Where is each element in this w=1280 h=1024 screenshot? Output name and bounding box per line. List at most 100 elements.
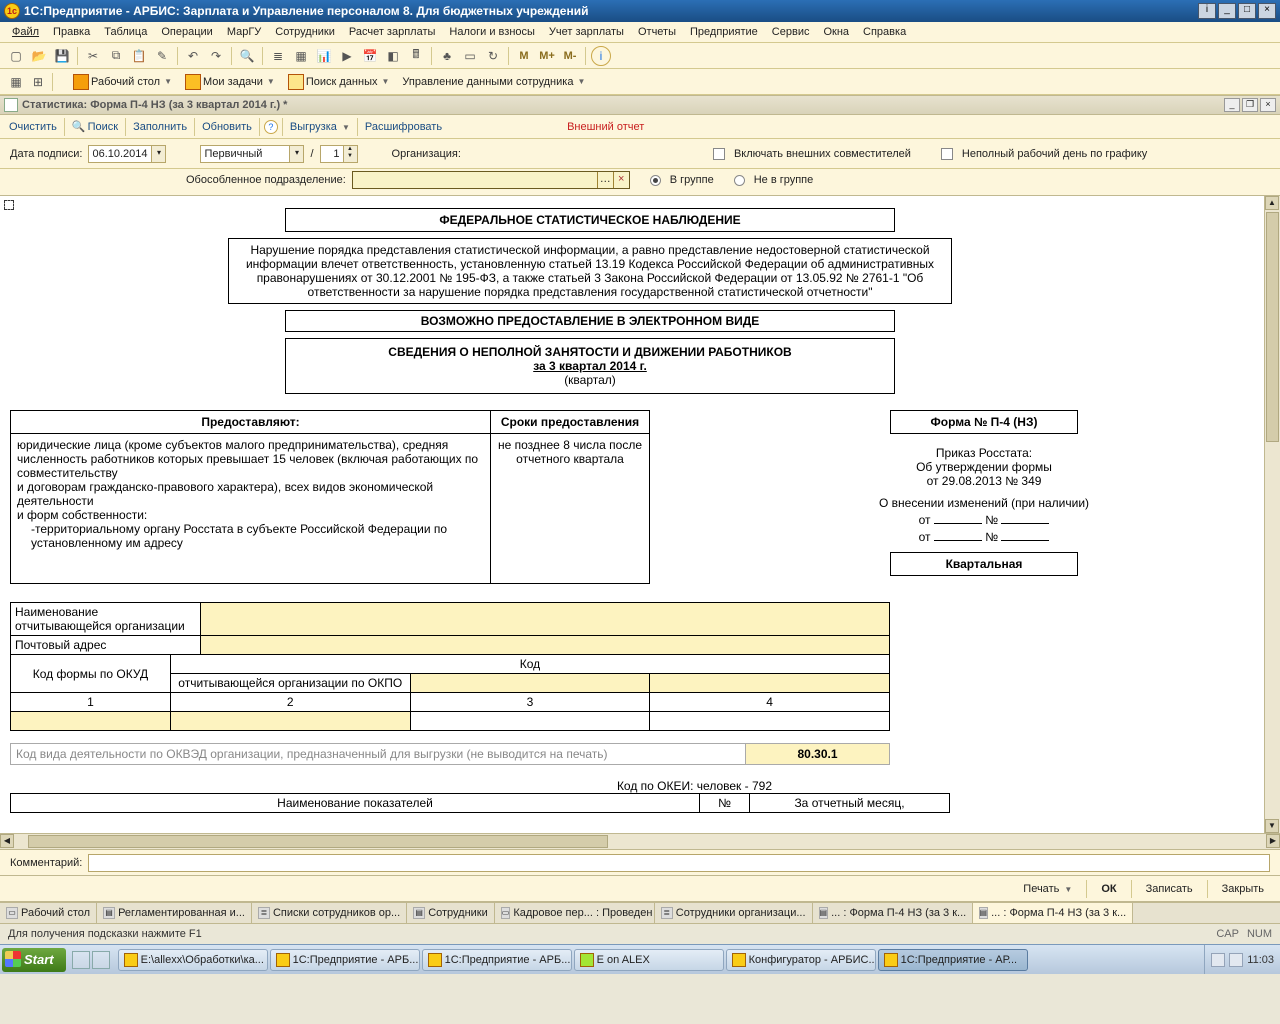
save-icon[interactable]: 💾 (52, 46, 72, 66)
desktop-ql-icon[interactable] (92, 951, 110, 969)
play-icon[interactable]: ▶ (337, 46, 357, 66)
book-icon[interactable]: ▭ (460, 46, 480, 66)
number-input[interactable]: 1 ▲▼ (320, 145, 358, 163)
ok-button[interactable]: ОК (1095, 881, 1122, 897)
break-icon[interactable]: ⊞ (28, 72, 48, 92)
minimize-button[interactable]: _ (1218, 3, 1236, 19)
vertical-scrollbar[interactable]: ▲ ▼ (1264, 196, 1280, 833)
question-icon[interactable]: ? (264, 120, 278, 134)
calendar-icon[interactable]: 📅 (360, 46, 380, 66)
ellipsis-icon[interactable]: … (597, 172, 613, 188)
maximize-button[interactable]: □ (1238, 3, 1256, 19)
tab-lists[interactable]: ≣Списки сотрудников ор... (252, 903, 407, 923)
write-button[interactable]: Записать (1140, 881, 1199, 897)
corner-handle[interactable] (4, 200, 14, 210)
tray-icon-2[interactable] (1229, 953, 1243, 967)
nav-tasks[interactable]: Мои задачи▼ (180, 71, 280, 93)
new-icon[interactable]: ▢ (6, 46, 26, 66)
menu-employees[interactable]: Сотрудники (269, 24, 341, 40)
tab-emp-org[interactable]: ≣Сотрудники организаци... (655, 903, 813, 923)
scale-mminus-button[interactable]: M- (560, 46, 580, 66)
home-icon[interactable]: ▦ (6, 72, 26, 92)
task-eon[interactable]: E on ALEX (574, 949, 724, 971)
help-icon[interactable]: i (591, 46, 611, 66)
menu-edit[interactable]: Правка (47, 24, 96, 40)
menu-margu[interactable]: МарГУ (221, 24, 267, 40)
nav-manage-employee[interactable]: Управление данными сотрудника▼ (397, 73, 590, 91)
menu-file[interactable]: Файл (6, 24, 45, 40)
scroll-thumb-v[interactable] (1266, 212, 1279, 442)
tab-reg[interactable]: ▤Регламентированная и... (97, 903, 252, 923)
sub-min-button[interactable]: _ (1224, 98, 1240, 112)
report-icon[interactable]: 📊 (314, 46, 334, 66)
refresh-icon[interactable]: ↻ (483, 46, 503, 66)
menu-help[interactable]: Справка (857, 24, 912, 40)
brush-icon[interactable]: ✎ (152, 46, 172, 66)
code-cell-3[interactable] (410, 674, 650, 693)
scroll-up-icon[interactable]: ▲ (1265, 196, 1279, 210)
close-button[interactable]: × (1258, 3, 1276, 19)
code-cell-4[interactable] (650, 674, 890, 693)
scroll-down-icon[interactable]: ▼ (1265, 819, 1279, 833)
scroll-thumb-h[interactable] (28, 835, 608, 848)
in-group-radio[interactable] (650, 175, 661, 186)
fill-button[interactable]: Заполнить (130, 119, 190, 135)
calendar-dd-icon[interactable]: ▾ (151, 146, 165, 162)
export-button[interactable]: Выгрузка ▼ (287, 119, 353, 135)
sign-date-input[interactable]: 06.10.2014 ▾ (88, 145, 166, 163)
decode-button[interactable]: Расшифровать (362, 119, 445, 135)
comment-input[interactable] (88, 854, 1270, 872)
spinner-icon[interactable]: ▲▼ (343, 146, 357, 162)
chevron-down-icon[interactable]: ▾ (289, 146, 303, 162)
horizontal-scrollbar[interactable]: ◀ ▶ (0, 833, 1280, 849)
tab-emp[interactable]: ▤Сотрудники (407, 903, 495, 923)
menu-windows[interactable]: Окна (817, 24, 855, 40)
find-button[interactable]: 🔍 Поиск (69, 118, 121, 135)
tab-desktop[interactable]: ▭Рабочий стол (0, 903, 97, 923)
tray-icon-1[interactable] (1211, 953, 1225, 967)
sub-close-button[interactable]: × (1260, 98, 1276, 112)
type-select[interactable]: Первичный ▾ (200, 145, 304, 163)
org-name-cell[interactable] (201, 603, 890, 636)
okpo-value[interactable] (170, 712, 410, 731)
subdivision-input[interactable]: … × (352, 171, 630, 189)
nav-search[interactable]: Поиск данных▼ (283, 71, 395, 93)
tab-kadr[interactable]: ▭Кадровое пер... : Проведен (495, 903, 655, 923)
cut-icon[interactable]: ✂ (83, 46, 103, 66)
syshelp-icon[interactable]: i (1198, 3, 1216, 19)
tab-form1[interactable]: ▤... : Форма П-4 НЗ (за 3 к... (813, 903, 973, 923)
include-external-checkbox[interactable] (713, 148, 725, 160)
scale-mplus-button[interactable]: M+ (537, 46, 557, 66)
paste-icon[interactable]: 📋 (129, 46, 149, 66)
address-cell[interactable] (201, 636, 890, 655)
close-doc-button[interactable]: Закрыть (1216, 881, 1270, 897)
calc-icon[interactable]: 🖩 (406, 46, 426, 66)
copy-icon[interactable]: ⧉ (106, 46, 126, 66)
task-1c-3[interactable]: 1С:Предприятие - АР... (878, 949, 1028, 971)
report-canvas[interactable]: ФЕДЕРАЛЬНОЕ СТАТИСТИЧЕСКОЕ НАБЛЮДЕНИЕ На… (0, 196, 1280, 850)
okved-value[interactable]: 80.30.1 (746, 743, 890, 765)
menu-enterprise[interactable]: Предприятие (684, 24, 764, 40)
task-explorer[interactable]: E:\allexx\Обработки\ка... (118, 949, 268, 971)
navigate-icon[interactable]: ◧ (383, 46, 403, 66)
menu-accounting[interactable]: Учет зарплаты (543, 24, 630, 40)
menu-payroll[interactable]: Расчет зарплаты (343, 24, 442, 40)
menu-taxes[interactable]: Налоги и взносы (443, 24, 541, 40)
clear-x-icon[interactable]: × (613, 172, 629, 188)
tree-icon[interactable]: ♣ (437, 46, 457, 66)
start-button[interactable]: Start (2, 948, 66, 972)
tab-form2[interactable]: ▤... : Форма П-4 НЗ (за 3 к... (973, 903, 1133, 923)
list-icon[interactable]: ≣ (268, 46, 288, 66)
task-config[interactable]: Конфигуратор - АРБИС... (726, 949, 876, 971)
clear-button[interactable]: Очистить (6, 119, 60, 135)
parttime-checkbox[interactable] (941, 148, 953, 160)
sub-restore-button[interactable]: ❐ (1242, 98, 1258, 112)
menu-table[interactable]: Таблица (98, 24, 153, 40)
find-icon[interactable]: 🔍 (237, 46, 257, 66)
okud-value[interactable] (11, 712, 171, 731)
grid-icon[interactable]: ▦ (291, 46, 311, 66)
refresh-button[interactable]: Обновить (199, 119, 255, 135)
ie-icon[interactable] (72, 951, 90, 969)
menu-reports[interactable]: Отчеты (632, 24, 682, 40)
nav-desktop[interactable]: Рабочий стол▼ (68, 71, 177, 93)
